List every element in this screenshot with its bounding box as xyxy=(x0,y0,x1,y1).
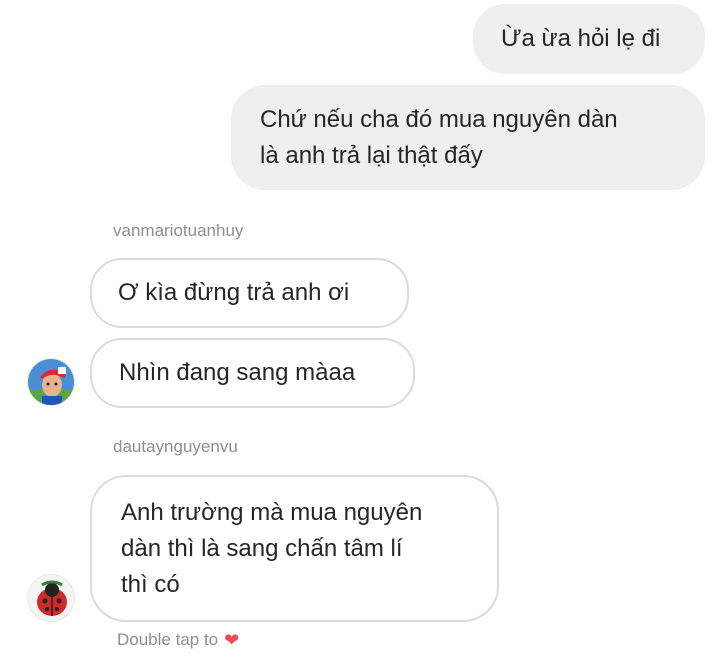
outgoing-message[interactable]: Chứ nếu cha đó mua nguyên dàn là anh trả… xyxy=(231,85,705,190)
heart-icon: ❤ xyxy=(224,630,240,650)
incoming-message[interactable]: Ơ kìa đừng trả anh ơi xyxy=(90,258,409,328)
incoming-message[interactable]: Nhìn đang sang màaa xyxy=(90,338,415,408)
message-text: Anh trường mà mua nguyên xyxy=(121,499,423,526)
message-text: Ơ kìa đừng trả anh ơi xyxy=(118,279,350,306)
message-text: Ừa ừa hỏi lẹ đi xyxy=(501,25,661,52)
message-text: là anh trả lại thật đấy xyxy=(260,142,483,169)
message-text: Nhìn đang sang màaa xyxy=(119,359,356,386)
message-text: dàn thì là sang chấn tâm lí xyxy=(121,535,403,562)
hint-text: Double tap to xyxy=(117,630,219,649)
sender-username: dautaynguyenvu xyxy=(113,437,238,456)
message-text: Chứ nếu cha đó mua nguyên dàn xyxy=(260,106,618,133)
incoming-message[interactable]: Anh trường mà mua nguyên dàn thì là sang… xyxy=(90,475,499,622)
outgoing-message[interactable]: Ừa ừa hỏi lẹ đi xyxy=(473,4,705,74)
double-tap-hint: Double tap to ❤ xyxy=(117,630,239,650)
sender-username: vanmariotuanhuy xyxy=(113,221,244,240)
message-text: thì có xyxy=(121,571,180,598)
mario-avatar[interactable] xyxy=(27,358,75,406)
ladybug-avatar[interactable] xyxy=(27,574,75,622)
